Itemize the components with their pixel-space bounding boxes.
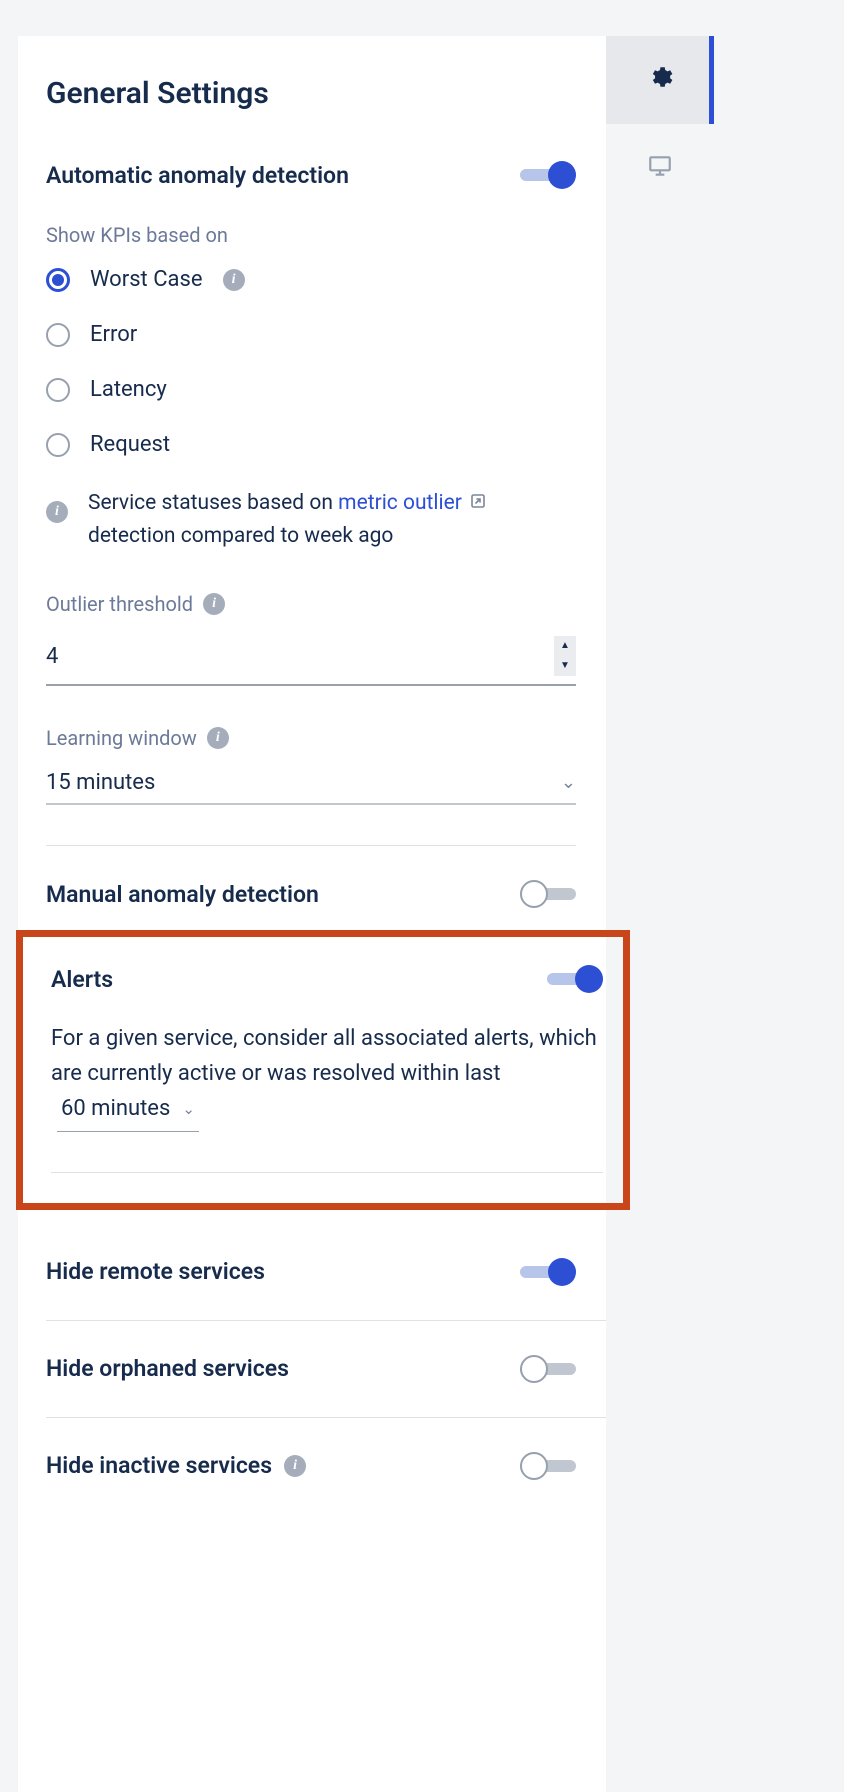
auto-anomaly-toggle[interactable] xyxy=(520,161,576,189)
learning-window-label: Learning window i xyxy=(46,726,576,750)
alerts-title: Alerts xyxy=(51,966,113,993)
monitor-rail-button[interactable] xyxy=(606,124,714,212)
outlier-value: 4 xyxy=(46,644,554,669)
hide-orphaned-row: Hide orphaned services xyxy=(46,1321,606,1418)
gear-icon xyxy=(647,64,673,97)
hide-inactive-label: Hide inactive services i xyxy=(46,1452,306,1479)
auto-anomaly-title: Automatic anomaly detection xyxy=(46,162,349,189)
radio-label: Latency xyxy=(90,377,167,402)
alerts-description: For a given service, consider all associ… xyxy=(51,1021,603,1132)
kpi-radio-group: Worst Case i Error Latency Request xyxy=(46,267,576,457)
section-auto-anomaly: Automatic anomaly detection Show KPIs ba… xyxy=(46,161,606,908)
number-stepper[interactable]: ▲ ▼ xyxy=(554,636,576,676)
radio-input[interactable] xyxy=(46,378,70,402)
radio-latency[interactable]: Latency xyxy=(46,377,576,402)
chevron-down-icon: ⌄ xyxy=(182,1097,195,1121)
radio-worst-case[interactable]: Worst Case i xyxy=(46,267,576,292)
step-up-icon[interactable]: ▲ xyxy=(560,641,570,651)
alerts-window-value: 60 minutes xyxy=(61,1091,170,1126)
hide-orphaned-toggle[interactable] xyxy=(520,1355,576,1383)
settings-rail-button[interactable] xyxy=(606,36,714,124)
external-link-icon xyxy=(470,487,486,520)
status-note-prefix: Service statuses based on xyxy=(88,491,338,515)
kpi-basis-label: Show KPIs based on xyxy=(46,223,576,247)
radio-request[interactable]: Request xyxy=(46,432,576,457)
alerts-window-select[interactable]: 60 minutes ⌄ xyxy=(57,1091,199,1131)
learning-window-value: 15 minutes xyxy=(46,770,561,795)
outlier-threshold-input[interactable]: 4 ▲ ▼ xyxy=(46,628,576,686)
info-icon[interactable]: i xyxy=(203,593,225,615)
radio-input[interactable] xyxy=(46,268,70,292)
alerts-toggle[interactable] xyxy=(547,965,603,993)
info-icon[interactable]: i xyxy=(46,501,68,523)
manual-anomaly-title: Manual anomaly detection xyxy=(46,881,319,908)
alerts-highlight-box: Alerts For a given service, consider all… xyxy=(16,930,630,1210)
radio-label: Error xyxy=(90,322,137,347)
radio-error[interactable]: Error xyxy=(46,322,576,347)
hide-inactive-row: Hide inactive services i xyxy=(46,1418,606,1514)
side-rail xyxy=(606,36,714,1792)
status-note-suffix: detection compared to week ago xyxy=(88,524,393,548)
step-down-icon[interactable]: ▼ xyxy=(560,661,570,671)
divider xyxy=(46,845,576,846)
settings-panel: General Settings Automatic anomaly detec… xyxy=(18,36,606,1792)
status-note: i Service statuses based on metric outli… xyxy=(46,487,576,552)
metric-outlier-link[interactable]: metric outlier xyxy=(338,491,462,515)
hide-remote-toggle[interactable] xyxy=(520,1258,576,1286)
radio-input[interactable] xyxy=(46,433,70,457)
page-title: General Settings xyxy=(46,76,606,111)
learning-window-select[interactable]: 15 minutes ⌄ xyxy=(46,762,576,805)
chevron-down-icon: ⌄ xyxy=(561,772,576,793)
info-icon[interactable]: i xyxy=(207,727,229,749)
divider xyxy=(51,1172,603,1173)
info-icon[interactable]: i xyxy=(223,269,245,291)
radio-label: Request xyxy=(90,432,170,457)
radio-input[interactable] xyxy=(46,323,70,347)
manual-anomaly-toggle[interactable] xyxy=(520,880,576,908)
info-icon[interactable]: i xyxy=(284,1455,306,1477)
hide-orphaned-label: Hide orphaned services xyxy=(46,1355,289,1382)
hide-remote-row: Hide remote services xyxy=(46,1232,606,1321)
outlier-threshold-label: Outlier threshold i xyxy=(46,592,576,616)
monitor-icon xyxy=(647,153,673,183)
hide-remote-label: Hide remote services xyxy=(46,1258,265,1285)
radio-label: Worst Case xyxy=(90,267,203,292)
hide-inactive-toggle[interactable] xyxy=(520,1452,576,1480)
